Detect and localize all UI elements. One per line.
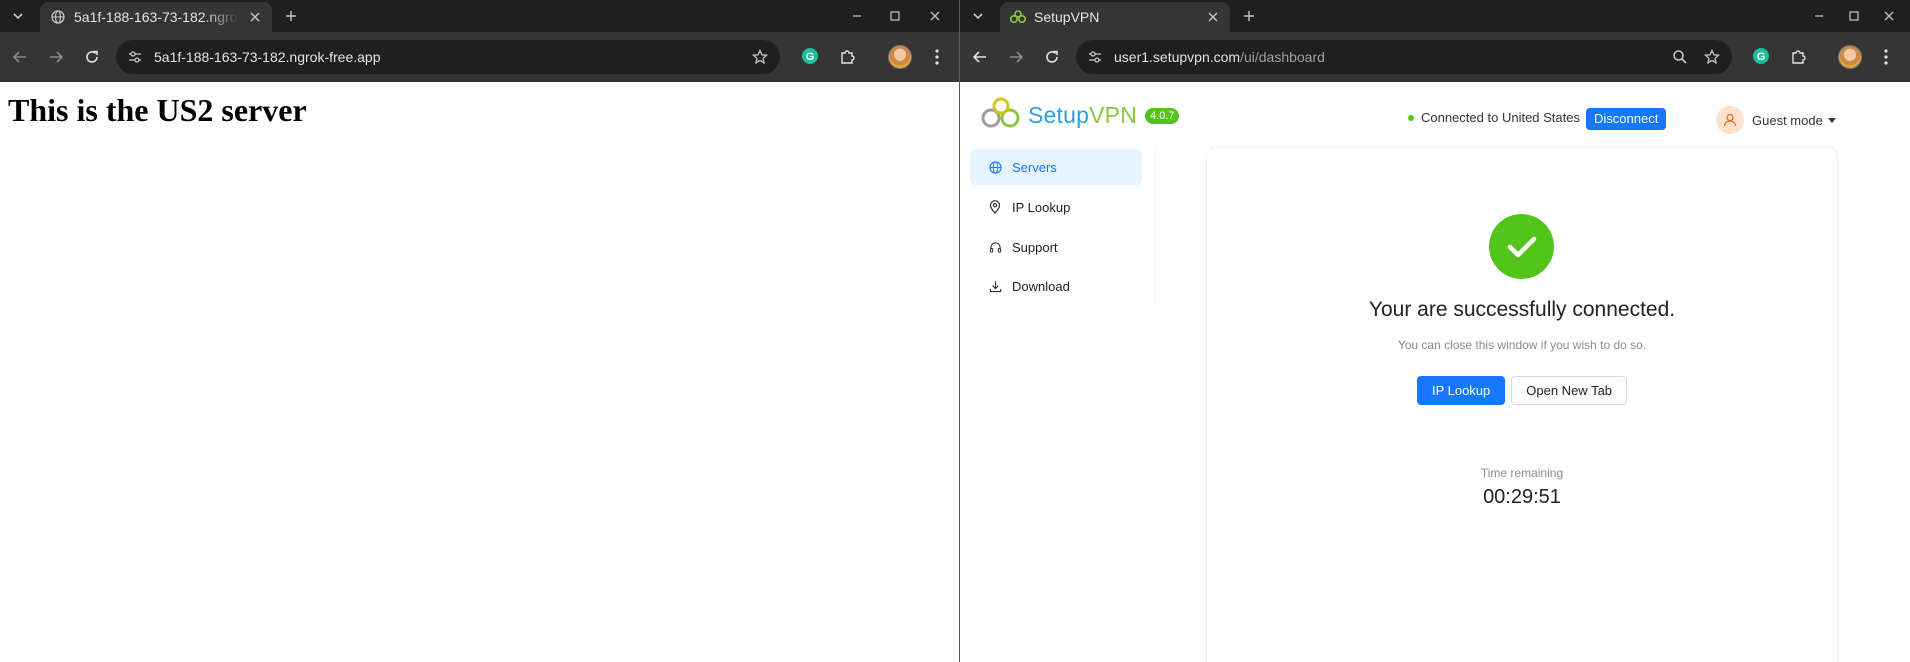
browser-toolbar: user1.setupvpn.com/ui/dashboard G: [960, 32, 1910, 82]
reload-icon[interactable]: [80, 45, 104, 69]
logo-text-setup: Setup: [1028, 102, 1090, 128]
disconnect-button[interactable]: Disconnect: [1586, 108, 1667, 130]
time-remaining-label: Time remaining: [1480, 466, 1564, 480]
user-menu[interactable]: Guest mode: [1716, 106, 1836, 134]
card-actions: IP Lookup Open New Tab: [1207, 376, 1837, 405]
svg-text:G: G: [1757, 51, 1766, 63]
tab-title: 5a1f-188-163-73-182.ngrok-free.app: [74, 9, 240, 25]
tab-strip: SetupVPN: [960, 0, 1910, 32]
puzzle-icon[interactable]: [1789, 46, 1809, 66]
maximize-icon[interactable]: [885, 6, 905, 26]
sidebar-item-label: Servers: [1012, 159, 1057, 175]
download-icon: [988, 279, 1002, 293]
connection-status-text: Connected to United States: [1421, 110, 1580, 125]
browser-tab-active[interactable]: SetupVPN: [1000, 2, 1230, 32]
star-icon[interactable]: [750, 47, 770, 67]
svg-text:G: G: [806, 51, 815, 63]
tune-icon[interactable]: [1086, 48, 1104, 66]
minimize-icon[interactable]: [1809, 6, 1829, 26]
profile-avatar[interactable]: [888, 45, 912, 69]
location-pin-icon: [988, 200, 1002, 214]
forward-icon[interactable]: [1004, 45, 1028, 69]
status-dot: [1408, 114, 1414, 121]
tab-search-chevron-down-icon[interactable]: [968, 6, 988, 26]
maximize-icon[interactable]: [1844, 6, 1864, 26]
setupvpn-app: SetupVPN 4.0.7 Connected to United State…: [960, 82, 1910, 662]
url-host: user1.setupvpn.com: [1114, 49, 1241, 65]
tune-icon[interactable]: [126, 48, 144, 66]
right-browser-window: SetupVPN user1.setupvpn.com/ui/dashboard…: [960, 0, 1910, 662]
sidebar-item-label: Support: [1012, 239, 1058, 255]
connection-status: Connected to United States: [1408, 110, 1580, 125]
page-heading: This is the US2 server: [8, 92, 307, 128]
globe-icon: [988, 160, 1002, 174]
minimize-icon[interactable]: [847, 6, 867, 26]
new-tab-plus-icon[interactable]: [1239, 6, 1259, 26]
zoom-icon[interactable]: [1670, 47, 1690, 67]
ip-lookup-button[interactable]: IP Lookup: [1416, 376, 1506, 405]
setupvpn-favicon-icon: [1010, 9, 1026, 25]
puzzle-icon[interactable]: [838, 46, 858, 66]
url-text: 5a1f-188-163-73-182.ngrok-free.app: [154, 49, 381, 65]
logo-text: SetupVPN: [1028, 102, 1137, 129]
close-window-icon[interactable]: [925, 6, 945, 26]
back-icon[interactable]: [968, 45, 992, 69]
kebab-menu-icon[interactable]: [1874, 45, 1898, 69]
setupvpn-logo[interactable]: SetupVPN 4.0.7: [980, 96, 1180, 135]
success-subtitle: You can close this window if you wish to…: [1397, 338, 1647, 352]
user-icon: [1716, 106, 1744, 134]
url-path: /ui/dashboard: [1240, 49, 1325, 65]
new-tab-plus-icon[interactable]: [281, 6, 301, 26]
time-remaining-value: 00:29:51: [1483, 486, 1561, 508]
caret-down-icon: [1827, 117, 1836, 123]
grammarly-icon[interactable]: G: [1751, 46, 1771, 66]
sidebar-nav: Servers IP Lookup Support Download: [970, 149, 1156, 305]
reload-icon[interactable]: [1040, 45, 1064, 69]
browser-toolbar: 5a1f-188-163-73-182.ngrok-free.app G: [0, 32, 959, 82]
left-browser-window: 5a1f-188-163-73-182.ngrok-free.app: [0, 0, 959, 662]
tab-strip: 5a1f-188-163-73-182.ngrok-free.app: [0, 0, 959, 32]
connection-card: Your are successfully connected. You can…: [1207, 148, 1837, 662]
address-bar[interactable]: 5a1f-188-163-73-182.ngrok-free.app: [116, 40, 780, 74]
check-icon: [1489, 214, 1554, 279]
star-icon[interactable]: [1702, 47, 1722, 67]
sidebar-item-label: Download: [1012, 278, 1070, 294]
sidebar-item-servers[interactable]: Servers: [970, 149, 1142, 185]
forward-icon[interactable]: [44, 45, 68, 69]
url-text: user1.setupvpn.com/ui/dashboard: [1114, 49, 1325, 65]
close-tab-icon[interactable]: [1204, 8, 1222, 26]
profile-avatar[interactable]: [1838, 45, 1862, 69]
headset-icon: [988, 240, 1002, 254]
address-bar[interactable]: user1.setupvpn.com/ui/dashboard: [1076, 40, 1732, 74]
logo-text-vpn: VPN: [1089, 102, 1138, 128]
close-tab-icon[interactable]: [246, 8, 264, 26]
sidebar-item-download[interactable]: Download: [970, 268, 1142, 304]
sidebar-item-ip-lookup[interactable]: IP Lookup: [970, 189, 1142, 225]
sidebar-item-support[interactable]: Support: [970, 229, 1142, 265]
user-menu-label: Guest mode: [1752, 112, 1823, 128]
browser-tab-active[interactable]: 5a1f-188-163-73-182.ngrok-free.app: [40, 2, 272, 32]
sidebar-item-label: IP Lookup: [1012, 199, 1071, 215]
open-new-tab-button[interactable]: Open New Tab: [1511, 376, 1628, 405]
tab-search-chevron-down-icon[interactable]: [8, 6, 28, 26]
close-window-icon[interactable]: [1879, 6, 1899, 26]
grammarly-icon[interactable]: G: [800, 46, 820, 66]
globe-icon: [50, 9, 66, 25]
logo-circles-icon: [980, 96, 1022, 135]
success-title: Your are successfully connected.: [1368, 298, 1676, 321]
version-badge: 4.0.7: [1145, 107, 1180, 124]
back-icon[interactable]: [8, 45, 32, 69]
tab-title: SetupVPN: [1034, 9, 1100, 25]
kebab-menu-icon[interactable]: [925, 45, 949, 69]
